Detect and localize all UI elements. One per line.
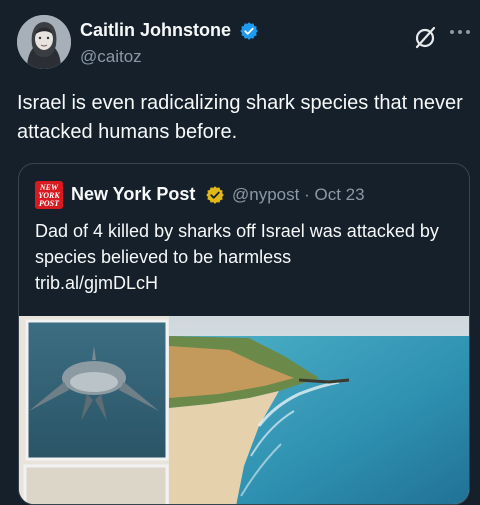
quoted-body: Dad of 4 killed by sharks off Israel was… [35,221,439,267]
author-name[interactable]: Caitlin Johnstone [80,20,231,41]
nypost-logo: NEW YORK POST [35,181,63,209]
quoted-handle[interactable]: @nypost [232,185,299,204]
avatar[interactable] [17,15,71,69]
quoted-meta: @nypost · Oct 23 [232,185,365,205]
quoted-link[interactable]: trib.al/gjmDLcH [35,273,158,293]
shark-and-beach-photo[interactable] [19,316,469,505]
svg-text:POST: POST [39,199,60,208]
grok-icon[interactable] [412,24,438,50]
nypost-logo-mark: NEW YORK POST [35,181,63,209]
gold-verified-badge-icon [206,186,224,204]
quoted-author-name[interactable]: New York Post [71,184,195,205]
quoted-text: Dad of 4 killed by sharks off Israel was… [35,218,455,296]
more-options-icon[interactable] [449,28,471,36]
tweet-text: Israel is even radicalizing shark specie… [17,92,463,143]
quoted-date[interactable]: Oct 23 [315,185,365,204]
quoted-tweet[interactable]: NEW YORK POST New York Post @nypost · Oc… [18,163,470,505]
author-handle[interactable]: @caitoz [80,47,142,67]
verified-badge-icon [240,21,259,40]
separator-dot: · [304,185,310,204]
profile-photo [17,15,71,69]
